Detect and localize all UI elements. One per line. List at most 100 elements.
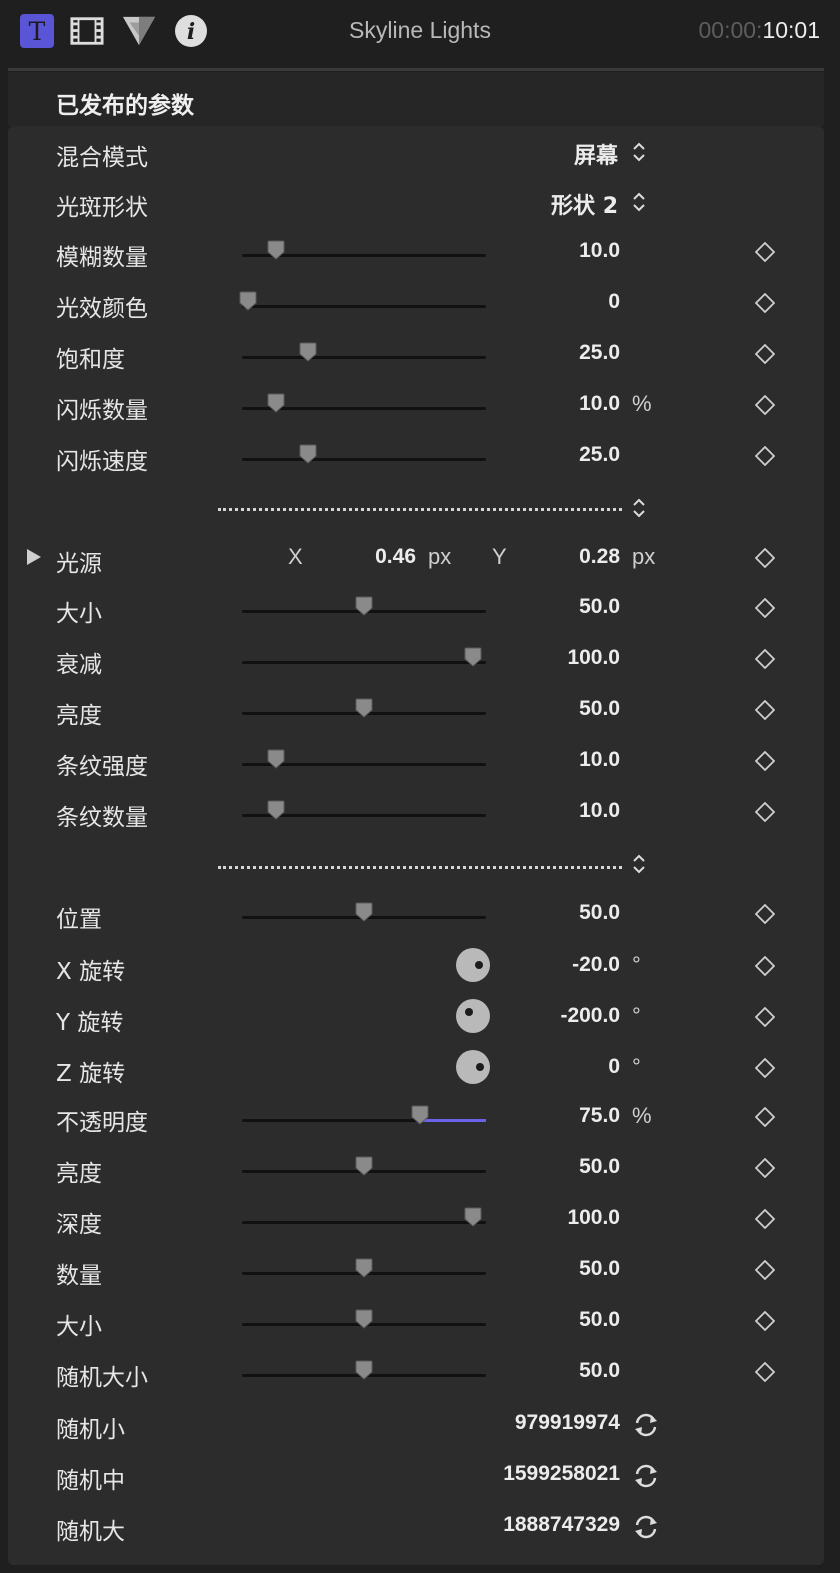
- size-value[interactable]: 50.0: [579, 595, 620, 619]
- position-value[interactable]: 50.0: [579, 901, 620, 925]
- keyframe-icon[interactable]: [755, 904, 775, 924]
- keyframe-icon[interactable]: [755, 344, 775, 364]
- flare-shape-value[interactable]: 形状 2: [551, 188, 618, 220]
- keyframe-icon[interactable]: [755, 802, 775, 822]
- row-z-rotation: Z 旋转 0 °: [0, 1048, 840, 1088]
- slider-knob[interactable]: [267, 393, 285, 413]
- keyframe-icon[interactable]: [755, 395, 775, 415]
- row-depth: 深度 100.0: [0, 1199, 840, 1239]
- x-rotation-value[interactable]: -20.0: [572, 953, 620, 977]
- random-size-slider[interactable]: [242, 1360, 486, 1380]
- streak-count-slider[interactable]: [242, 800, 486, 820]
- glow-color-slider[interactable]: [239, 291, 486, 311]
- keyframe-icon[interactable]: [755, 1209, 775, 1229]
- light-source-x-value[interactable]: 0.46: [330, 545, 416, 569]
- section-header[interactable]: 已发布的参数: [8, 72, 824, 126]
- light-source-y-value[interactable]: 0.28: [579, 545, 620, 569]
- size-slider[interactable]: [242, 596, 486, 616]
- opacity-unit: %: [632, 1103, 652, 1128]
- slider-knob[interactable]: [464, 647, 482, 667]
- keyframe-icon[interactable]: [755, 446, 775, 466]
- depth-slider[interactable]: [242, 1207, 486, 1227]
- slider-knob[interactable]: [411, 1105, 429, 1125]
- random-large-value[interactable]: 1888747329: [503, 1513, 620, 1537]
- flicker-amount-value[interactable]: 10.0: [579, 392, 620, 416]
- regenerate-icon[interactable]: [632, 1462, 660, 1490]
- keyframe-icon[interactable]: [755, 1107, 775, 1127]
- slider-knob[interactable]: [267, 800, 285, 820]
- random-small-value[interactable]: 979919974: [515, 1411, 620, 1435]
- blend-mode-popup-icon[interactable]: [630, 140, 648, 164]
- keyframe-icon[interactable]: [755, 293, 775, 313]
- slider-knob[interactable]: [464, 1207, 482, 1227]
- slider-knob[interactable]: [267, 240, 285, 260]
- opacity-value[interactable]: 75.0: [579, 1104, 620, 1128]
- opacity-slider[interactable]: [242, 1105, 486, 1125]
- group-popup-icon[interactable]: [630, 852, 648, 876]
- saturation-slider[interactable]: [242, 342, 486, 362]
- regenerate-icon[interactable]: [632, 1513, 660, 1541]
- random-medium-value[interactable]: 1599258021: [503, 1462, 620, 1486]
- group-popup-icon[interactable]: [630, 496, 648, 520]
- slider-knob[interactable]: [355, 1360, 373, 1380]
- streak-intensity-slider[interactable]: [242, 749, 486, 769]
- size-2-slider[interactable]: [242, 1309, 486, 1329]
- slider-knob[interactable]: [355, 1258, 373, 1278]
- brightness-2-slider[interactable]: [242, 1156, 486, 1176]
- keyframe-icon[interactable]: [755, 649, 775, 669]
- saturation-value[interactable]: 25.0: [579, 341, 620, 365]
- x-rotation-dial[interactable]: [456, 948, 490, 982]
- random-size-value[interactable]: 50.0: [579, 1359, 620, 1383]
- keyframe-icon[interactable]: [755, 751, 775, 771]
- keyframe-icon[interactable]: [755, 242, 775, 262]
- blur-amount-slider[interactable]: [242, 240, 486, 260]
- z-rotation-value[interactable]: 0: [608, 1055, 620, 1079]
- blur-amount-value[interactable]: 10.0: [579, 239, 620, 263]
- count-value[interactable]: 50.0: [579, 1257, 620, 1281]
- slider-knob[interactable]: [355, 1309, 373, 1329]
- count-slider[interactable]: [242, 1258, 486, 1278]
- slider-knob[interactable]: [355, 902, 373, 922]
- streak-intensity-value[interactable]: 10.0: [579, 748, 620, 772]
- brightness-slider[interactable]: [242, 698, 486, 718]
- slider-knob[interactable]: [299, 444, 317, 464]
- y-rotation-value[interactable]: -200.0: [560, 1004, 620, 1028]
- flare-shape-popup-icon[interactable]: [630, 190, 648, 214]
- keyframe-icon[interactable]: [755, 548, 775, 568]
- keyframe-icon[interactable]: [755, 1362, 775, 1382]
- keyframe-icon[interactable]: [755, 598, 775, 618]
- keyframe-icon[interactable]: [755, 956, 775, 976]
- slider-knob[interactable]: [355, 596, 373, 616]
- size-2-value[interactable]: 50.0: [579, 1308, 620, 1332]
- slider-knob[interactable]: [355, 698, 373, 718]
- y-rotation-dial[interactable]: [456, 999, 490, 1033]
- falloff-slider[interactable]: [242, 647, 486, 667]
- keyframe-icon[interactable]: [755, 1158, 775, 1178]
- keyframe-icon[interactable]: [755, 1311, 775, 1331]
- position-slider[interactable]: [242, 902, 486, 922]
- glow-color-value[interactable]: 0: [608, 290, 620, 314]
- regenerate-icon[interactable]: [632, 1411, 660, 1439]
- flicker-amount-slider[interactable]: [242, 393, 486, 413]
- z-rotation-dial[interactable]: [456, 1050, 490, 1084]
- slider-knob[interactable]: [239, 291, 257, 311]
- brightness-2-value[interactable]: 50.0: [579, 1155, 620, 1179]
- streak-intensity-label: 条纹强度: [56, 754, 148, 780]
- slider-knob[interactable]: [355, 1156, 373, 1176]
- depth-value[interactable]: 100.0: [567, 1206, 620, 1230]
- keyframe-icon[interactable]: [755, 1007, 775, 1027]
- blend-mode-value[interactable]: 屏幕: [574, 138, 618, 170]
- slider-knob[interactable]: [267, 749, 285, 769]
- slider-knob[interactable]: [299, 342, 317, 362]
- keyframe-icon[interactable]: [755, 700, 775, 720]
- brightness-value[interactable]: 50.0: [579, 697, 620, 721]
- group-divider: [0, 848, 840, 888]
- falloff-value[interactable]: 100.0: [567, 646, 620, 670]
- flicker-speed-slider[interactable]: [242, 444, 486, 464]
- flicker-speed-label: 闪烁速度: [56, 449, 148, 475]
- keyframe-icon[interactable]: [755, 1260, 775, 1280]
- keyframe-icon[interactable]: [755, 1058, 775, 1078]
- flicker-speed-value[interactable]: 25.0: [579, 443, 620, 467]
- disclosure-triangle-icon[interactable]: [26, 548, 42, 566]
- streak-count-value[interactable]: 10.0: [579, 799, 620, 823]
